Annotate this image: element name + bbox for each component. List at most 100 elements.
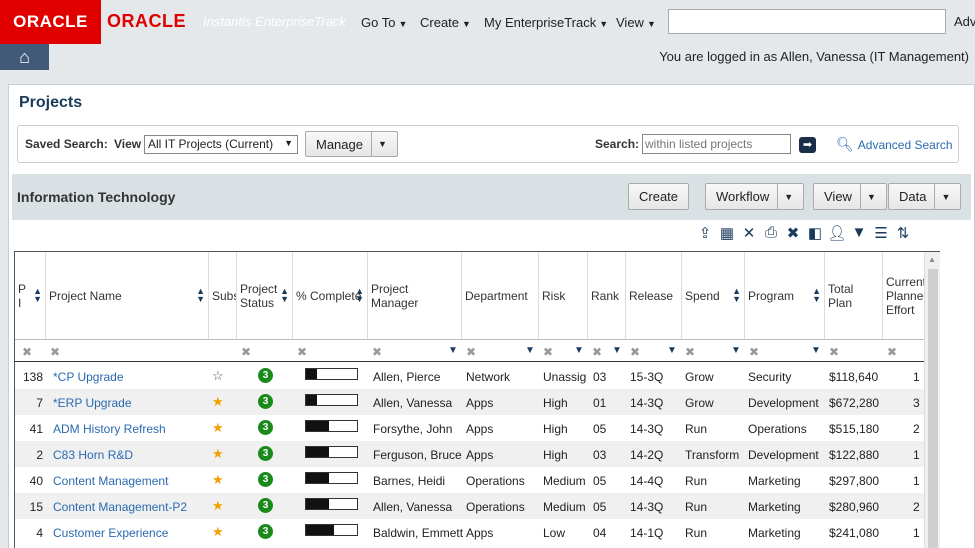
table-row[interactable]: 41 ADM History Refresh Forsythe, John Apps H… [15, 415, 925, 441]
table-row[interactable]: 7 *ERP Upgrade Allen, Vanessa Apps High 01 14-… [15, 389, 925, 415]
progress-bar [305, 420, 358, 432]
filter-dropdown-icon[interactable]: ▼ [574, 345, 584, 356]
home-button[interactable]: ⌂ [0, 44, 49, 70]
global-search-input[interactable] [668, 9, 946, 34]
star-icon[interactable]: ★ [212, 472, 224, 488]
clear-filter-icon[interactable]: ✖ [630, 345, 640, 359]
excel-icon[interactable]: ✖ [783, 224, 803, 244]
nav-go-to[interactable]: Go To ▼ [361, 15, 407, 30]
filter-dropdown-icon[interactable]: ▼ [448, 345, 458, 356]
create-button[interactable]: Create [628, 183, 690, 210]
star-icon[interactable]: ★ [212, 394, 224, 410]
nav-view[interactable]: View ▼ [616, 15, 656, 30]
cell-name[interactable]: C83 Horn R&D [53, 448, 209, 462]
vertical-scrollbar[interactable]: ▲ [924, 252, 940, 548]
col-header-total[interactable]: Total Plan [825, 252, 883, 339]
clear-filter-icon[interactable]: ✖ [749, 345, 759, 359]
cell-name[interactable]: *CP Upgrade [53, 370, 209, 384]
sort-icon[interactable]: ▲ ▼ [280, 287, 289, 304]
sort-icon[interactable]: ▲ ▼ [33, 287, 42, 304]
sort-icon[interactable]: ▲ ▼ [732, 287, 741, 304]
cell-total: $672,280 [829, 396, 880, 410]
filter-dropdown-icon[interactable]: ▼ [811, 345, 821, 356]
filter-dropdown-icon[interactable]: ▼ [731, 345, 741, 356]
col-header-effort[interactable]: Current Planned Effort [883, 252, 925, 339]
cell-total: $280,960 [829, 500, 880, 514]
clear-filter-icon[interactable]: ✖ [466, 345, 476, 359]
col-header-id[interactable]: P I ▲ ▼ [15, 252, 46, 339]
col-header-risk[interactable]: Risk [539, 252, 588, 339]
filter-dropdown-icon[interactable]: ▼ [667, 345, 677, 356]
table-row[interactable]: 2 C83 Horn R&D Ferguson, Bruce Apps High 03 14… [15, 441, 925, 467]
nav-my-enterprisetrack[interactable]: My EnterpriseTrack ▼ [484, 15, 608, 30]
advanced-search-link[interactable]: 🔍︎ Advanced Search [836, 136, 953, 153]
clear-filter-icon[interactable]: ✖ [829, 345, 839, 359]
filter-dropdown-icon[interactable]: ▼ [525, 345, 535, 356]
col-header-department[interactable]: Department [462, 252, 539, 339]
clear-filter-icon[interactable]: ✖ [22, 345, 32, 359]
star-icon[interactable]: ★ [212, 524, 224, 540]
search-input[interactable] [642, 134, 791, 154]
filter-dropdown-icon[interactable]: ▼ [612, 345, 622, 356]
user-icon[interactable]: 👤︎ [827, 224, 847, 244]
clear-filter-icon[interactable]: ✖ [685, 345, 695, 359]
clear-filter-icon[interactable]: ✖ [887, 345, 897, 359]
cell-dept: Operations [466, 500, 525, 514]
go-arrow-icon[interactable]: ➡ [799, 137, 816, 153]
cell-name[interactable]: Content Management [53, 474, 209, 488]
manage-button[interactable]: Manage ▼ [305, 131, 398, 157]
sort-icon[interactable]: ▲ ▼ [355, 287, 364, 304]
columns-icon[interactable]: ▦ [717, 224, 737, 244]
saved-view-select[interactable]: All IT Projects (Current) ▼ [144, 135, 298, 154]
cell-dept: Apps [466, 448, 494, 462]
print-icon[interactable]: ⎙ [761, 224, 781, 244]
advanced-link[interactable]: Adv [954, 14, 975, 29]
col-header-subs[interactable]: Subs [209, 252, 237, 339]
clear-filter-icon[interactable]: ✖ [241, 345, 251, 359]
cell-name[interactable]: *ERP Upgrade [53, 396, 209, 410]
star-icon[interactable]: ★ [212, 498, 224, 514]
list-icon[interactable]: ☰ [871, 224, 891, 244]
col-header-release[interactable]: Release [626, 252, 682, 339]
cell-name[interactable]: Customer Experience [53, 526, 209, 540]
col-header-complete[interactable]: % Complete ▲ ▼ [293, 252, 368, 339]
col-header-rank[interactable]: Rank [588, 252, 626, 339]
table-row[interactable]: 4 Customer Experience Baldwin, Emmett Apps L… [15, 519, 925, 545]
col-label: Release [629, 288, 674, 303]
col-header-program[interactable]: Program ▲ ▼ [745, 252, 825, 339]
split-view-icon[interactable]: ◧ [805, 224, 825, 244]
filter-icon[interactable]: ▼ [849, 224, 869, 244]
col-header-name[interactable]: Project Name ▲ ▼ [46, 252, 209, 339]
cell-total: $241,080 [829, 526, 880, 540]
cell-name[interactable]: Content Management-P2 [53, 500, 209, 514]
sort-icon[interactable]: ▲ ▼ [812, 287, 821, 304]
sort-icon[interactable]: ⇅ [893, 224, 913, 244]
scroll-up-icon[interactable]: ▲ [928, 255, 936, 264]
star-icon[interactable]: ★ [212, 446, 224, 462]
col-header-status[interactable]: Project Status ▲ ▼ [237, 252, 293, 339]
data-button[interactable]: Data ▼ [888, 183, 962, 210]
close-icon[interactable]: ✕ [739, 224, 759, 244]
clear-filter-icon[interactable]: ✖ [543, 345, 553, 359]
col-header-manager[interactable]: Project Manager [368, 252, 462, 339]
star-icon[interactable]: ★ [212, 420, 224, 436]
table-row[interactable]: 15 Content Management-P2 Allen, Vanessa Ope… [15, 493, 925, 519]
clear-filter-icon[interactable]: ✖ [297, 345, 307, 359]
clear-filter-icon[interactable]: ✖ [50, 345, 60, 359]
view-button[interactable]: View ▼ [813, 183, 887, 210]
table-row[interactable]: 40 Content Management Barnes, Heidi Operati… [15, 467, 925, 493]
table-row[interactable]: 138 *CP Upgrade Allen, Pierce Network Unassi… [15, 363, 925, 389]
nav-create[interactable]: Create ▼ [420, 15, 471, 30]
clear-filter-icon[interactable]: ✖ [372, 345, 382, 359]
clear-filter-icon[interactable]: ✖ [592, 345, 602, 359]
col-header-spend[interactable]: Spend ▲ ▼ [682, 252, 745, 339]
workflow-button[interactable]: Workflow ▼ [705, 183, 805, 210]
export-icon[interactable]: ⇪ [695, 224, 715, 244]
cell-release: 14-2Q [630, 448, 664, 462]
sort-icon[interactable]: ▲ ▼ [196, 287, 205, 304]
star-icon[interactable]: ☆ [212, 368, 224, 384]
progress-fill [306, 499, 329, 509]
cell-name[interactable]: ADM History Refresh [53, 422, 209, 436]
scrollbar-thumb[interactable] [928, 269, 938, 548]
progress-bar [305, 368, 358, 380]
